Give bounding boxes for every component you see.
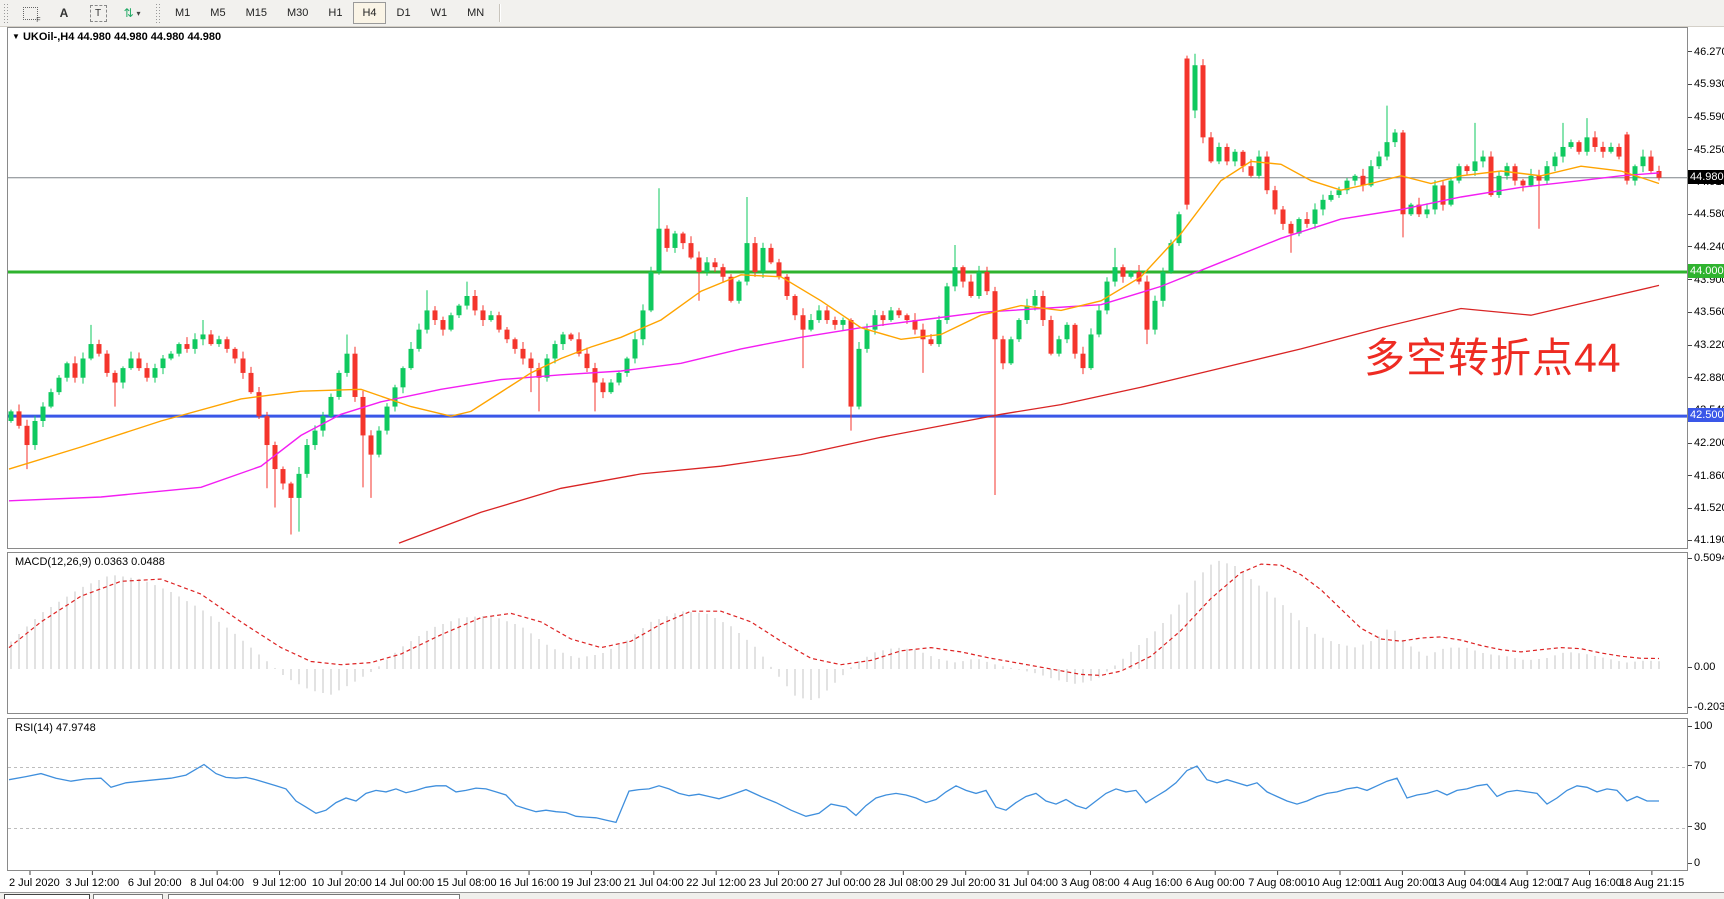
price-axis-tick-label: 41.860 bbox=[1688, 470, 1724, 482]
text-label-button[interactable]: A bbox=[47, 2, 81, 24]
timeframe-button-mn[interactable]: MN bbox=[458, 2, 493, 24]
macd-canvas bbox=[8, 553, 1687, 713]
timeframe-button-w1[interactable]: W1 bbox=[422, 2, 457, 24]
text-box-icon: T bbox=[90, 5, 107, 22]
timeframe-button-m5[interactable]: M5 bbox=[201, 2, 234, 24]
price-axis-tick-label: 44.580 bbox=[1688, 208, 1724, 220]
time-axis-label: 10 Jul 20:00 bbox=[312, 877, 372, 889]
chevron-down-icon: ▾ bbox=[137, 9, 141, 18]
time-axis-label: 13 Aug 04:00 bbox=[1432, 877, 1497, 889]
macd-indicator-panel[interactable] bbox=[7, 552, 1688, 714]
time-axis-label: 6 Jul 20:00 bbox=[128, 877, 182, 889]
chart-tab-3[interactable] bbox=[168, 894, 460, 899]
price-axis-tick-label: 41.190 bbox=[1688, 534, 1724, 546]
price-axis-tick-label: 0.5094 bbox=[1688, 552, 1724, 564]
time-axis-label: 3 Aug 08:00 bbox=[1061, 877, 1120, 889]
macd-label: MACD(12,26,9) 0.0363 0.0488 bbox=[15, 556, 165, 568]
chart-title-text: UKOil-,H4 44.980 44.980 44.980 44.980 bbox=[23, 31, 221, 43]
rsi-line bbox=[9, 765, 1659, 823]
time-axis-canvas: 2 Jul 2020 3 Jul 12:00 6 Jul 20:00 8 Jul 04… bbox=[7, 871, 1688, 892]
toolbar-grip[interactable] bbox=[3, 3, 10, 23]
time-axis-label: 21 Jul 04:00 bbox=[624, 877, 684, 889]
top-toolbar: F A T ⇅ ▾ M1M5M15M30H1H4D1W1MN bbox=[0, 0, 1724, 27]
price-axis-tick-label: 45.250 bbox=[1688, 144, 1724, 156]
toolbar-separator bbox=[499, 4, 500, 22]
price-axis-tick-label: 70 bbox=[1688, 760, 1706, 772]
price-axis-tick-label: -0.2032 bbox=[1688, 701, 1724, 713]
symbols-cycle-button[interactable]: ⇅ ▾ bbox=[115, 2, 149, 24]
time-axis-label: 8 Jul 04:00 bbox=[190, 877, 244, 889]
time-axis-label: 28 Jul 08:00 bbox=[873, 877, 933, 889]
timeframe-button-group: M1M5M15M30H1H4D1W1MN bbox=[165, 2, 494, 24]
time-axis-label: 15 Jul 08:00 bbox=[437, 877, 497, 889]
price-chart-canvas bbox=[8, 28, 1687, 548]
indicators-grid-button[interactable]: F bbox=[13, 2, 47, 24]
indicators-grid-icon: F bbox=[23, 7, 38, 20]
time-axis-label: 14 Aug 12:00 bbox=[1495, 877, 1560, 889]
price-chart-panel[interactable] bbox=[7, 27, 1688, 549]
chart-tab-1[interactable] bbox=[4, 894, 90, 899]
price-level-badge: 44.000 bbox=[1688, 264, 1724, 278]
time-axis-label: 27 Jul 00:00 bbox=[811, 877, 871, 889]
chart-tab-2[interactable] bbox=[93, 894, 163, 899]
price-axis[interactable]: 46.27045.93045.59045.25044.91044.58044.2… bbox=[1688, 27, 1724, 892]
price-axis-tick-label: 100 bbox=[1688, 720, 1712, 732]
macd-histogram bbox=[11, 561, 1659, 700]
price-axis-tick-label: 43.220 bbox=[1688, 339, 1724, 351]
price-axis-tick-label: 42.880 bbox=[1688, 372, 1724, 384]
time-axis-label: 9 Jul 12:00 bbox=[253, 877, 307, 889]
time-axis-label: 11 Aug 20:00 bbox=[1370, 877, 1434, 889]
price-level-badge: 42.500 bbox=[1688, 408, 1724, 422]
price-axis-tick-label: 43.560 bbox=[1688, 306, 1724, 318]
time-axis-label: 2 Jul 2020 bbox=[9, 877, 60, 889]
time-axis-label: 29 Jul 20:00 bbox=[936, 877, 996, 889]
price-axis-tick-label: 45.590 bbox=[1688, 111, 1724, 123]
time-axis-label: 19 Jul 23:00 bbox=[561, 877, 621, 889]
symbols-cycle-icon: ⇅ bbox=[123, 6, 133, 20]
time-axis-label: 22 Jul 12:00 bbox=[686, 877, 746, 889]
rsi-canvas bbox=[8, 719, 1687, 870]
time-axis-label: 10 Aug 12:00 bbox=[1308, 877, 1373, 889]
price-axis-tick-label: 30 bbox=[1688, 821, 1706, 833]
ma-slow-red bbox=[399, 285, 1659, 543]
time-axis[interactable]: 2 Jul 2020 3 Jul 12:00 6 Jul 20:00 8 Jul 04… bbox=[7, 871, 1688, 892]
price-axis-tick-label: 0 bbox=[1688, 857, 1700, 869]
time-axis-label: 23 Jul 20:00 bbox=[749, 877, 809, 889]
price-axis-tick-label: 46.270 bbox=[1688, 46, 1724, 58]
time-axis-label: 3 Jul 12:00 bbox=[65, 877, 119, 889]
candles bbox=[9, 54, 1662, 535]
chart-title: ▼ UKOil-,H4 44.980 44.980 44.980 44.980 bbox=[12, 31, 221, 43]
annotation-text[interactable]: 多空转折点44 bbox=[1364, 338, 1622, 379]
price-axis-tick-label: 44.240 bbox=[1688, 241, 1724, 253]
timeframe-button-m1[interactable]: M1 bbox=[166, 2, 199, 24]
time-axis-label: 17 Aug 16:00 bbox=[1557, 877, 1622, 889]
rsi-indicator-panel[interactable] bbox=[7, 718, 1688, 871]
timeframe-button-h4[interactable]: H4 bbox=[353, 2, 385, 24]
price-level-badge: 44.980 bbox=[1688, 170, 1724, 184]
price-axis-tick-label: 0.00 bbox=[1688, 661, 1715, 673]
price-axis-tick-label: 45.930 bbox=[1688, 78, 1724, 90]
time-axis-label: 31 Jul 04:00 bbox=[998, 877, 1058, 889]
time-axis-label: 4 Aug 16:00 bbox=[1123, 877, 1182, 889]
text-label-icon: A bbox=[60, 6, 69, 20]
timeframe-button-d1[interactable]: D1 bbox=[388, 2, 420, 24]
timeframe-button-m15[interactable]: M15 bbox=[237, 2, 276, 24]
timeframe-button-h1[interactable]: H1 bbox=[319, 2, 351, 24]
time-axis-label: 7 Aug 08:00 bbox=[1248, 877, 1307, 889]
timeframe-button-m30[interactable]: M30 bbox=[278, 2, 317, 24]
time-axis-label: 14 Jul 00:00 bbox=[374, 877, 434, 889]
text-box-button[interactable]: T bbox=[81, 2, 115, 24]
time-axis-label: 18 Aug 21:15 bbox=[1619, 877, 1684, 889]
time-axis-label: 6 Aug 00:00 bbox=[1186, 877, 1245, 889]
collapse-indicator-icon[interactable]: ▼ bbox=[12, 32, 20, 41]
time-axis-label: 16 Jul 16:00 bbox=[499, 877, 559, 889]
price-axis-tick-label: 41.520 bbox=[1688, 502, 1724, 514]
price-axis-tick-label: 42.200 bbox=[1688, 437, 1724, 449]
rsi-label: RSI(14) 47.9748 bbox=[15, 722, 96, 734]
toolbar-grip-2[interactable] bbox=[155, 3, 162, 23]
